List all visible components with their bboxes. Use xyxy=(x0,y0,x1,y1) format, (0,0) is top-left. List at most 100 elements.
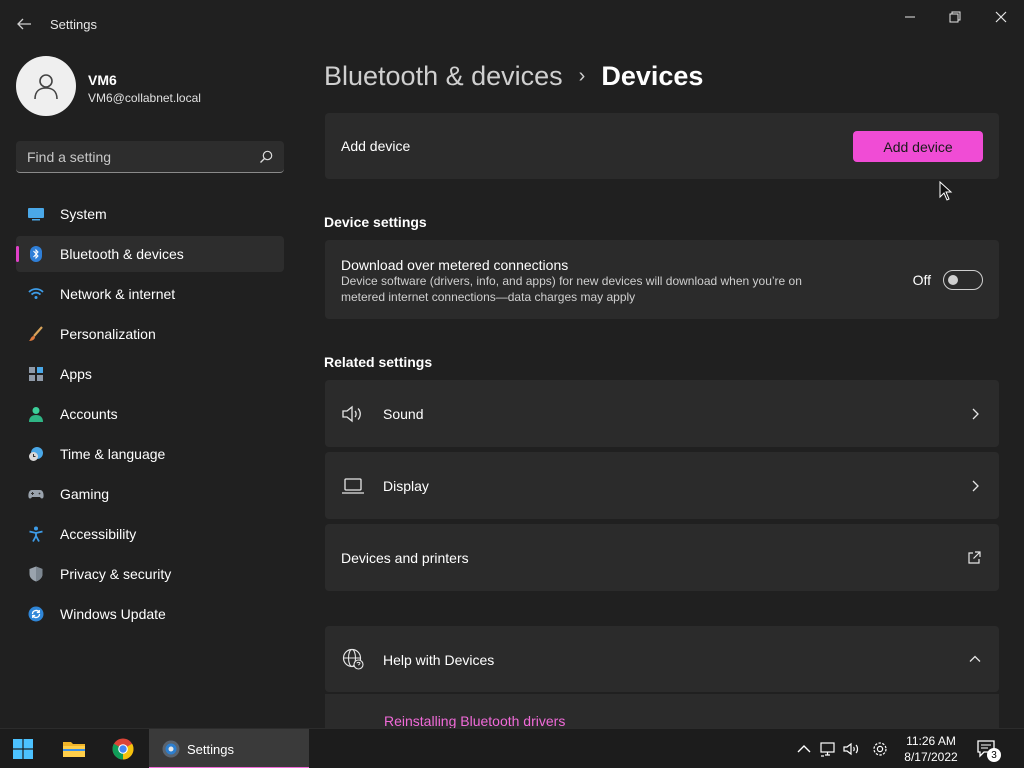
clock-time: 11:26 AM xyxy=(906,734,956,748)
display-label: Display xyxy=(383,478,429,494)
sidebar-item-accessibility[interactable]: Accessibility xyxy=(16,516,284,552)
metered-description: Device software (drivers, info, and apps… xyxy=(341,274,802,304)
window-title: Settings xyxy=(50,17,97,32)
devices-printers-label: Devices and printers xyxy=(341,550,469,566)
search-icon[interactable] xyxy=(258,149,274,165)
add-device-label: Add device xyxy=(341,138,411,154)
sidebar-item-accounts[interactable]: Accounts xyxy=(16,396,284,432)
breadcrumb: Bluetooth & devices › Devices xyxy=(324,58,703,94)
toggle-state-label: Off xyxy=(912,272,931,288)
sidebar-item-label: Personalization xyxy=(60,326,156,342)
sidebar-item-apps[interactable]: Apps xyxy=(16,356,284,392)
back-arrow-icon xyxy=(17,18,31,30)
sidebar-item-label: Apps xyxy=(60,366,92,382)
bluetooth-icon xyxy=(30,246,42,262)
gamepad-icon xyxy=(28,490,44,499)
sidebar-item-label: Windows Update xyxy=(60,606,166,622)
sidebar-item-label: Accessibility xyxy=(60,526,137,542)
monitor-icon xyxy=(28,208,44,221)
start-button[interactable] xyxy=(5,731,41,767)
sound-row[interactable]: Sound xyxy=(325,380,999,447)
taskbar: Settings 11:26 AM 8/17/2022 3 xyxy=(0,728,1024,768)
sidebar-item-label: Bluetooth & devices xyxy=(60,246,184,262)
person-icon xyxy=(29,407,43,422)
notification-badge: 3 xyxy=(987,748,1001,762)
sidebar-item-windows-update[interactable]: Windows Update xyxy=(16,596,284,632)
settings-taskbar-button[interactable]: Settings xyxy=(149,729,309,768)
restore-button[interactable] xyxy=(932,6,978,28)
chevron-right-icon xyxy=(972,408,979,420)
volume-icon[interactable] xyxy=(843,740,861,758)
breadcrumb-parent[interactable]: Bluetooth & devices xyxy=(324,61,563,92)
windows-logo-icon xyxy=(13,739,33,759)
update-icon xyxy=(28,606,44,622)
person-icon xyxy=(34,74,58,100)
brush-icon xyxy=(29,326,43,341)
reinstall-bluetooth-drivers-link[interactable]: Reinstalling Bluetooth drivers xyxy=(384,713,565,729)
clock[interactable]: 11:26 AM 8/17/2022 xyxy=(898,733,964,765)
sidebar-item-privacy-security[interactable]: Privacy & security xyxy=(16,556,284,592)
apps-icon xyxy=(29,367,43,381)
breadcrumb-separator: › xyxy=(578,64,586,87)
sound-label: Sound xyxy=(383,406,424,422)
file-explorer-button[interactable] xyxy=(56,731,92,767)
sidebar-item-system[interactable]: System xyxy=(16,196,284,232)
add-device-button[interactable]: Add device xyxy=(853,131,983,162)
clock-globe-icon xyxy=(29,447,43,461)
close-icon xyxy=(995,11,1007,23)
sidebar-item-time-language[interactable]: Time & language xyxy=(16,436,284,472)
settings-gear-tray-icon[interactable] xyxy=(871,740,889,758)
chevron-up-icon[interactable] xyxy=(795,740,813,758)
close-button[interactable] xyxy=(978,6,1024,28)
user-profile[interactable]: VM6 VM6@collabnet.local xyxy=(16,56,296,116)
sidebar-item-label: Accounts xyxy=(60,406,118,422)
accessibility-icon xyxy=(29,526,43,542)
minimize-icon xyxy=(905,16,915,18)
minimize-button[interactable] xyxy=(887,6,933,28)
sidebar-nav: System Bluetooth & devices Network & int… xyxy=(16,196,284,636)
chevron-right-icon xyxy=(972,480,979,492)
laptop-icon xyxy=(342,478,364,494)
back-button[interactable] xyxy=(14,14,34,34)
mouse-cursor-icon xyxy=(939,181,953,201)
chrome-button[interactable] xyxy=(105,731,141,767)
toggle-knob xyxy=(948,275,958,285)
help-title: Help with Devices xyxy=(383,652,495,668)
sidebar-item-personalization[interactable]: Personalization xyxy=(16,316,284,352)
title-bar: Settings xyxy=(0,0,1024,48)
user-name: VM6 xyxy=(88,72,117,88)
device-settings-heading: Device settings xyxy=(324,214,427,230)
metered-connections-card: Download over metered connections Device… xyxy=(325,240,999,319)
sidebar-item-label: Gaming xyxy=(60,486,110,502)
folder-icon xyxy=(63,742,85,757)
metered-title: Download over metered connections xyxy=(341,257,569,273)
settings-taskbar-label: Settings xyxy=(187,742,234,757)
search-input[interactable] xyxy=(16,141,252,172)
restore-icon xyxy=(949,11,961,23)
settings-gear-icon xyxy=(162,740,180,758)
settings-search xyxy=(16,141,284,173)
external-link-icon xyxy=(968,551,981,564)
wifi-icon xyxy=(28,288,44,299)
sidebar-item-label: Network & internet xyxy=(60,286,176,302)
sidebar-item-bluetooth-devices[interactable]: Bluetooth & devices xyxy=(16,236,284,272)
network-icon[interactable] xyxy=(820,740,838,758)
devices-printers-row[interactable]: Devices and printers xyxy=(325,524,999,591)
speaker-icon xyxy=(342,405,361,423)
clock-date: 8/17/2022 xyxy=(904,750,958,764)
sidebar-item-network[interactable]: Network & internet xyxy=(16,276,284,312)
globe-help-icon xyxy=(342,648,364,670)
display-row[interactable]: Display xyxy=(325,452,999,519)
shield-icon xyxy=(29,566,43,582)
sidebar-item-gaming[interactable]: Gaming xyxy=(16,476,284,512)
metered-toggle[interactable] xyxy=(943,270,983,290)
related-settings-heading: Related settings xyxy=(324,354,433,370)
chevron-up-icon xyxy=(969,655,981,662)
chrome-icon xyxy=(112,738,134,760)
avatar xyxy=(16,56,76,116)
sidebar-item-label: Time & language xyxy=(60,446,166,462)
sidebar-item-label: Privacy & security xyxy=(60,566,172,582)
help-with-devices-header[interactable]: Help with Devices xyxy=(325,626,999,692)
page-title: Devices xyxy=(601,60,704,91)
sidebar-item-label: System xyxy=(60,206,107,222)
